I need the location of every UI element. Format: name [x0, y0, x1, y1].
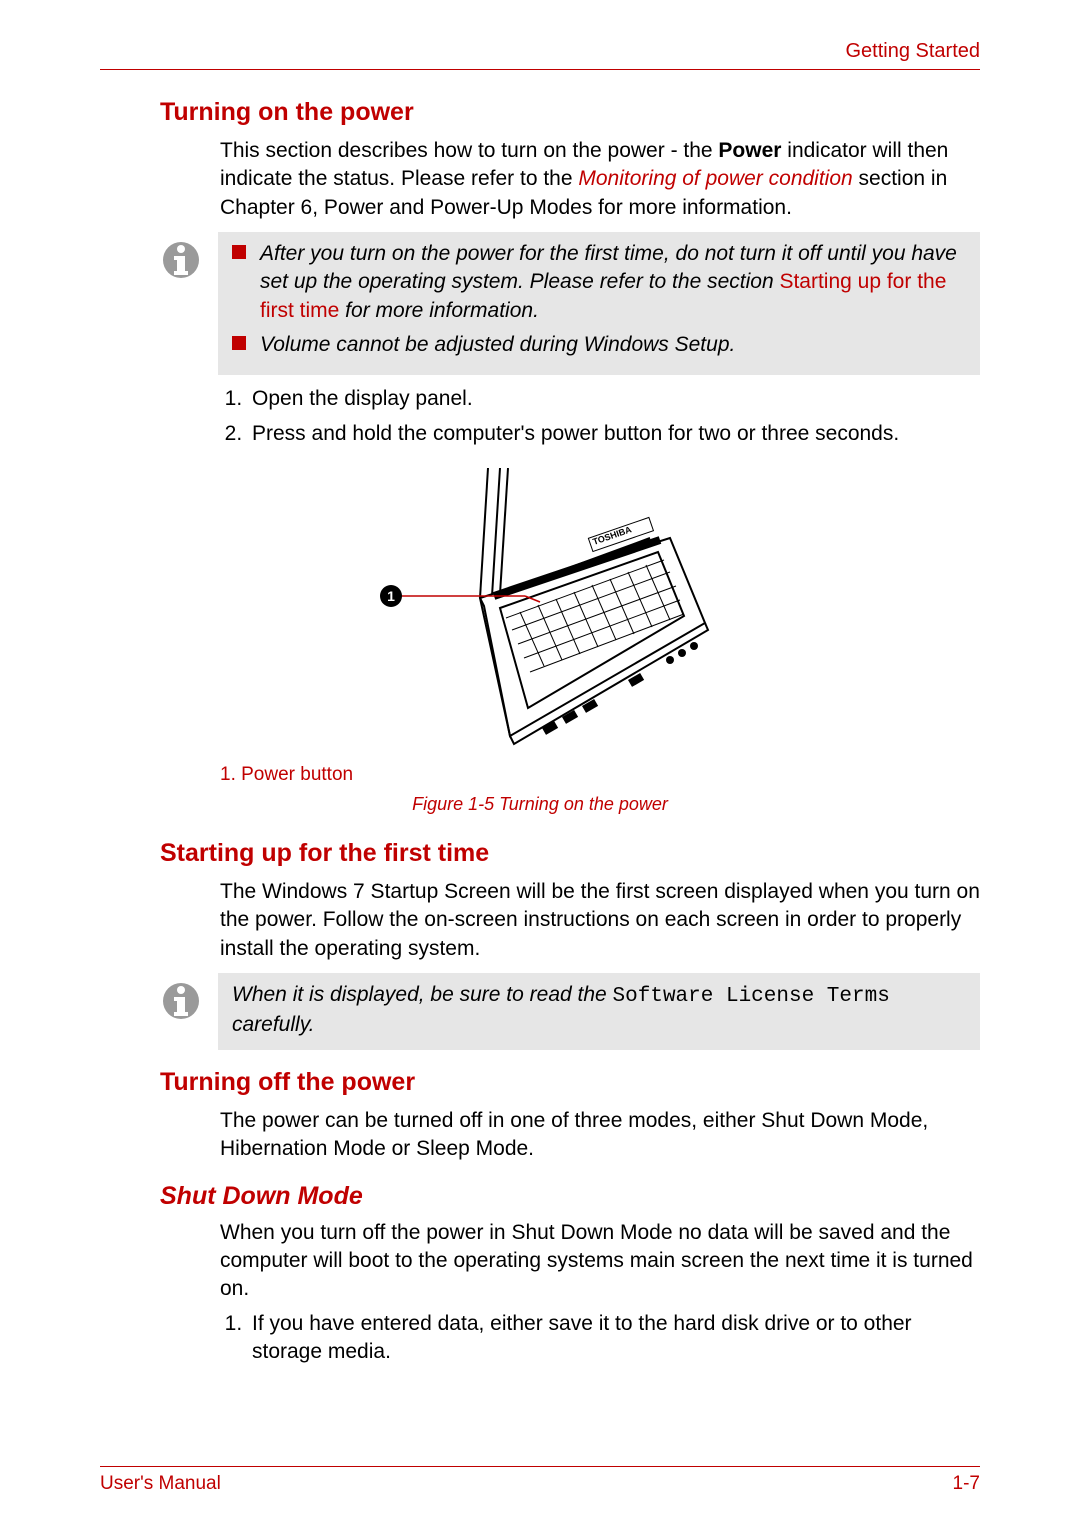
- bullet-icon: [232, 336, 246, 350]
- list-item: Press and hold the computer's power butt…: [248, 420, 980, 448]
- text: carefully.: [232, 1013, 314, 1036]
- bullet-icon: [232, 245, 246, 259]
- note-item: Volume cannot be adjusted during Windows…: [232, 331, 966, 359]
- page-footer: User's Manual 1-7: [100, 1466, 980, 1495]
- header-rule: [100, 69, 980, 70]
- info-icon: [160, 232, 202, 282]
- shutdown-steps: If you have entered data, either save it…: [220, 1310, 980, 1367]
- text: for more information.: [339, 299, 539, 322]
- software-license-terms: Software License Terms: [613, 985, 890, 1008]
- heading-turning-off-power: Turning off the power: [160, 1068, 980, 1097]
- note-block-2: When it is displayed, be sure to read th…: [160, 973, 980, 1050]
- heading-shut-down-mode: Shut Down Mode: [160, 1182, 980, 1211]
- list-item: Open the display panel.: [248, 385, 980, 413]
- text: When it is displayed, be sure to read th…: [232, 983, 613, 1006]
- callout-badge-1: 1: [380, 585, 402, 607]
- list-item: If you have entered data, either save it…: [248, 1310, 980, 1367]
- startup-paragraph: The Windows 7 Startup Screen will be the…: [220, 878, 980, 963]
- shutdown-paragraph: When you turn off the power in Shut Down…: [220, 1219, 980, 1304]
- note-item: After you turn on the power for the firs…: [232, 240, 966, 325]
- page-header-right: Getting Started: [100, 40, 980, 63]
- power-bold: Power: [718, 139, 781, 162]
- footer-rule: [100, 1466, 980, 1467]
- footer-left: User's Manual: [100, 1473, 221, 1495]
- figure-caption: Figure 1-5 Turning on the power: [100, 794, 980, 815]
- link-monitoring-power-condition[interactable]: Monitoring of power condition: [578, 167, 852, 190]
- text: This section describes how to turn on th…: [220, 139, 718, 162]
- footer-right: 1-7: [953, 1473, 980, 1495]
- heading-starting-up-first-time: Starting up for the first time: [160, 839, 980, 868]
- figure-legend: 1. Power button: [220, 764, 980, 786]
- note-content: After you turn on the power for the firs…: [218, 232, 980, 375]
- info-icon: [160, 973, 202, 1023]
- text: Volume cannot be adjusted during Windows…: [260, 331, 735, 359]
- figure-container: TOSHIBA 1: [100, 468, 980, 748]
- intro-paragraph: This section describes how to turn on th…: [220, 137, 980, 222]
- laptop-figure: TOSHIBA 1: [370, 468, 710, 748]
- turn-off-paragraph: The power can be turned off in one of th…: [220, 1107, 980, 1164]
- note-block-1: After you turn on the power for the firs…: [160, 232, 980, 375]
- power-on-steps: Open the display panel. Press and hold t…: [220, 385, 980, 448]
- note-content: When it is displayed, be sure to read th…: [218, 973, 980, 1050]
- heading-turning-on-power: Turning on the power: [160, 98, 980, 127]
